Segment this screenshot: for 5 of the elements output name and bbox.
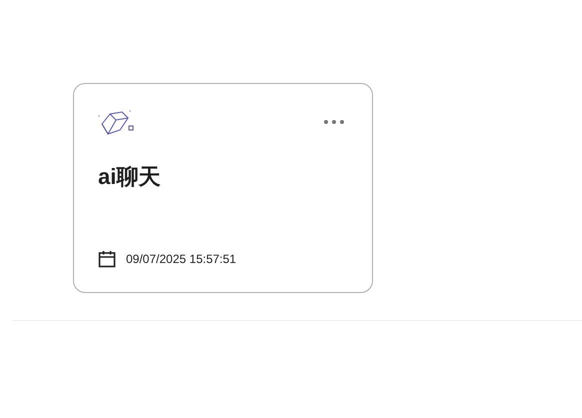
project-card[interactable]: ai聊天 09/07/2025 15:57:51	[73, 83, 373, 293]
card-title: ai聊天	[98, 163, 162, 191]
calendar-icon	[98, 250, 116, 268]
date-text: 09/07/2025 15:57:51	[126, 251, 236, 268]
more-button[interactable]	[324, 120, 344, 124]
